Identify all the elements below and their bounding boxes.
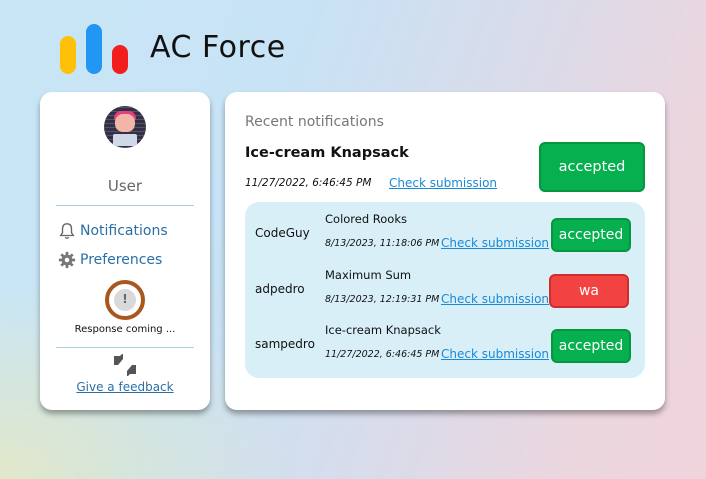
status-icon: ! bbox=[114, 289, 136, 311]
response-status-text: Response coming ... bbox=[74, 324, 176, 335]
row-problem-name: Ice-cream Knapsack bbox=[325, 323, 441, 337]
avatar[interactable] bbox=[104, 106, 146, 148]
row-username: sampedro bbox=[255, 337, 315, 351]
row-problem-name: Colored Rooks bbox=[325, 212, 407, 226]
brand-name: AC Force bbox=[150, 30, 286, 65]
notifications-link[interactable]: Notifications bbox=[58, 222, 168, 240]
logo-bar-red bbox=[112, 45, 128, 74]
divider bbox=[56, 205, 194, 206]
row-verdict-badge[interactable]: wa bbox=[549, 274, 629, 308]
divider bbox=[56, 347, 194, 348]
preferences-link[interactable]: Preferences bbox=[58, 251, 162, 269]
sidebar-card: User Notifications Preferences ! Respons… bbox=[40, 92, 210, 410]
list-item: CodeGuy Colored Rooks 8/13/2023, 11:18:0… bbox=[245, 204, 645, 260]
latest-verdict-badge[interactable]: accepted bbox=[539, 142, 645, 192]
row-timestamp: 8/13/2023, 12:19:31 PM bbox=[325, 294, 440, 305]
list-item: sampedro Ice-cream Knapsack 11/27/2022, … bbox=[245, 315, 645, 371]
gear-icon bbox=[58, 251, 76, 269]
latest-problem-name: Ice-cream Knapsack bbox=[245, 145, 409, 161]
row-timestamp: 8/13/2023, 11:18:06 PM bbox=[325, 238, 440, 249]
row-username: CodeGuy bbox=[255, 226, 310, 240]
row-check-submission-link[interactable]: Check submission bbox=[441, 347, 549, 361]
logo bbox=[60, 22, 130, 74]
preferences-label: Preferences bbox=[80, 252, 163, 268]
feedback-link[interactable]: Give a feedback bbox=[40, 380, 210, 394]
avatar-laptop bbox=[113, 134, 137, 146]
row-problem-name: Maximum Sum bbox=[325, 268, 412, 282]
thumbs-icon bbox=[114, 354, 136, 376]
response-status-indicator: ! bbox=[105, 280, 145, 320]
row-timestamp: 11/27/2022, 6:46:45 PM bbox=[325, 349, 440, 360]
row-verdict-badge[interactable]: accepted bbox=[551, 329, 631, 363]
latest-timestamp: 11/27/2022, 6:46:45 PM bbox=[245, 177, 372, 189]
notifications-label: Notifications bbox=[80, 223, 168, 239]
logo-bar-yellow bbox=[60, 36, 76, 74]
logo-bar-blue bbox=[86, 24, 102, 74]
row-check-submission-link[interactable]: Check submission bbox=[441, 292, 549, 306]
bell-icon bbox=[59, 223, 75, 239]
latest-check-submission-link[interactable]: Check submission bbox=[389, 176, 497, 190]
list-item: adpedro Maximum Sum 8/13/2023, 12:19:31 … bbox=[245, 260, 645, 316]
notifications-card: Recent notifications Ice-cream Knapsack … bbox=[225, 92, 665, 410]
row-check-submission-link[interactable]: Check submission bbox=[441, 236, 549, 250]
status-icon-glyph: ! bbox=[122, 292, 128, 306]
section-title: Recent notifications bbox=[245, 114, 384, 130]
row-verdict-badge[interactable]: accepted bbox=[551, 218, 631, 252]
row-username: adpedro bbox=[255, 282, 305, 296]
avatar-face bbox=[115, 114, 135, 132]
username: User bbox=[107, 177, 143, 195]
notifications-list: CodeGuy Colored Rooks 8/13/2023, 11:18:0… bbox=[245, 202, 645, 378]
